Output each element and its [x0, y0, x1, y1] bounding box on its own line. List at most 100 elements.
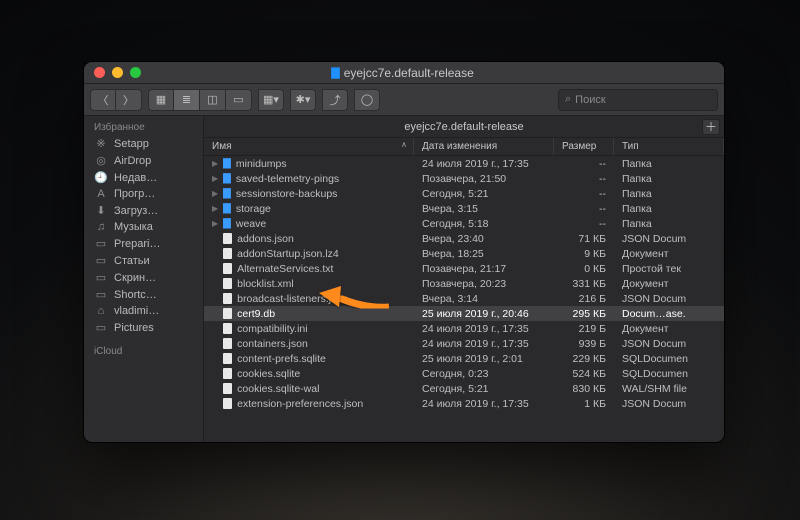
- file-name: blocklist.xml: [237, 278, 294, 290]
- table-row[interactable]: ▶containers.json24 июля 2019 г., 17:3593…: [204, 336, 724, 351]
- sidebar-item[interactable]: AПрогр…: [84, 186, 203, 202]
- folder-icon: ▇: [223, 158, 231, 169]
- sidebar-item-icon: ▭: [94, 288, 108, 301]
- file-type: JSON Docum: [614, 293, 724, 305]
- view-gallery-button[interactable]: ▭: [226, 89, 252, 111]
- sidebar-item[interactable]: ▭Shortc…: [84, 286, 203, 303]
- sidebar-item-icon: ⬇: [94, 204, 108, 217]
- sidebar-item[interactable]: ♫Музыка: [84, 219, 203, 235]
- sidebar-item[interactable]: ⌂ vladimi…: [84, 303, 203, 319]
- sidebar-item[interactable]: ⬇Загруз…: [84, 202, 203, 219]
- file-icon: [223, 278, 232, 289]
- table-row[interactable]: ▶addonStartup.json.lz4Вчера, 18:259 КБДо…: [204, 246, 724, 261]
- back-button[interactable]: 〈: [90, 89, 116, 111]
- table-row[interactable]: ▶AlternateServices.txtПозавчера, 21:170 …: [204, 261, 724, 276]
- file-date: Вчера, 3:15: [414, 203, 554, 215]
- search-icon: ⌕: [565, 93, 571, 106]
- file-size: 229 КБ: [554, 353, 614, 365]
- file-size: --: [554, 218, 614, 230]
- table-row[interactable]: ▶▇sessionstore-backupsСегодня, 5:21--Пап…: [204, 186, 724, 201]
- folder-icon: ▇: [223, 173, 231, 184]
- minimize-window-button[interactable]: [112, 67, 123, 78]
- table-row[interactable]: ▶cert9.db25 июля 2019 г., 20:46295 КБDoc…: [204, 306, 724, 321]
- table-row[interactable]: ▶cookies.sqliteСегодня, 0:23524 КБSQLDoc…: [204, 366, 724, 381]
- sidebar-item-icon: ⌂: [94, 305, 108, 317]
- sidebar-item-icon: ◎: [94, 154, 108, 167]
- table-row[interactable]: ▶compatibility.ini24 июля 2019 г., 17:35…: [204, 321, 724, 336]
- file-size: 295 КБ: [554, 308, 614, 320]
- sidebar-item[interactable]: ▭Prepari…: [84, 235, 203, 252]
- file-name: saved-telemetry-pings: [236, 173, 339, 185]
- disclosure-icon: ▶: [212, 174, 218, 183]
- file-icon: [223, 263, 232, 274]
- file-icon: [223, 383, 232, 394]
- view-columns-button[interactable]: ◫: [200, 89, 226, 111]
- table-row[interactable]: ▶▇storageВчера, 3:15--Папка: [204, 201, 724, 216]
- sidebar-item[interactable]: ▭Статьи: [84, 252, 203, 269]
- file-type: Папка: [614, 158, 724, 170]
- column-name[interactable]: Имя: [204, 138, 414, 155]
- sidebar-item-icon: ♫: [94, 221, 108, 233]
- file-name: minidumps: [236, 158, 287, 170]
- titlebar: ▇ eyejcc7e.default-release: [84, 62, 724, 84]
- table-row[interactable]: ▶▇weaveСегодня, 5:18--Папка: [204, 216, 724, 231]
- toolbar: 〈 〉 ▦ ≣ ◫ ▭ ▦▾ ✱▾ ⤴ ◯ ⌕ Поиск: [84, 84, 724, 116]
- file-size: 71 КБ: [554, 233, 614, 245]
- file-icon: [223, 248, 232, 259]
- view-list-button[interactable]: ≣: [174, 89, 200, 111]
- file-list: ▶▇minidumps24 июля 2019 г., 17:35--Папка…: [204, 156, 724, 442]
- group-button[interactable]: ▦▾: [258, 89, 284, 111]
- file-type: Папка: [614, 203, 724, 215]
- table-row[interactable]: ▶cookies.sqlite-walСегодня, 5:21830 КБWA…: [204, 381, 724, 396]
- table-row[interactable]: ▶addons.jsonВчера, 23:4071 КБJSON Docum: [204, 231, 724, 246]
- share-group: ⤴: [322, 89, 348, 111]
- table-row[interactable]: ▶blocklist.xmlПозавчера, 20:23331 КБДоку…: [204, 276, 724, 291]
- action-menu-group: ✱▾: [290, 89, 316, 111]
- sidebar-item-label: Статьи: [114, 255, 150, 267]
- file-date: Сегодня, 5:18: [414, 218, 554, 230]
- file-date: Вчера, 18:25: [414, 248, 554, 260]
- sidebar-item[interactable]: ▭Pictures: [84, 319, 203, 336]
- folder-icon: ▇: [223, 203, 231, 214]
- add-tab-button[interactable]: ＋: [702, 119, 720, 135]
- column-size[interactable]: Размер: [554, 138, 614, 155]
- table-row[interactable]: ▶extension-preferences.json24 июля 2019 …: [204, 396, 724, 411]
- sidebar-item[interactable]: ◎AirDrop: [84, 152, 203, 169]
- file-icon: [223, 353, 232, 364]
- file-date: Сегодня, 5:21: [414, 188, 554, 200]
- file-type: WAL/SHM file: [614, 383, 724, 395]
- view-icon-button[interactable]: ▦: [148, 89, 174, 111]
- file-type: Папка: [614, 173, 724, 185]
- search-field[interactable]: ⌕ Поиск: [558, 89, 718, 111]
- sidebar-item-icon: A: [94, 188, 108, 200]
- table-row[interactable]: ▶▇saved-telemetry-pingsПозавчера, 21:50-…: [204, 171, 724, 186]
- sidebar-item-label: vladimi…: [114, 305, 159, 317]
- file-type: Документ: [614, 323, 724, 335]
- folder-icon: ▇: [223, 188, 231, 199]
- file-name: compatibility.ini: [237, 323, 307, 335]
- zoom-window-button[interactable]: [130, 67, 141, 78]
- file-date: Позавчера, 21:17: [414, 263, 554, 275]
- file-type: Документ: [614, 248, 724, 260]
- sidebar-item[interactable]: ※Setapp: [84, 135, 203, 152]
- tags-button[interactable]: ◯: [354, 89, 380, 111]
- sidebar-item[interactable]: ▭Скрин…: [84, 269, 203, 286]
- forward-button[interactable]: 〉: [116, 89, 142, 111]
- share-button[interactable]: ⤴: [322, 89, 348, 111]
- file-size: --: [554, 203, 614, 215]
- column-type[interactable]: Тип: [614, 138, 724, 155]
- close-window-button[interactable]: [94, 67, 105, 78]
- window-title-text: eyejcc7e.default-release: [344, 66, 474, 80]
- file-size: 0 КБ: [554, 263, 614, 275]
- file-name: AlternateServices.txt: [237, 263, 333, 275]
- table-row[interactable]: ▶▇minidumps24 июля 2019 г., 17:35--Папка: [204, 156, 724, 171]
- file-date: Вчера, 3:14: [414, 293, 554, 305]
- table-row[interactable]: ▶content-prefs.sqlite25 июля 2019 г., 2:…: [204, 351, 724, 366]
- action-menu-button[interactable]: ✱▾: [290, 89, 316, 111]
- column-date[interactable]: Дата изменения: [414, 138, 554, 155]
- table-row[interactable]: ▶broadcast-listeners.jsonВчера, 3:14216 …: [204, 291, 724, 306]
- sidebar-item-label: Недав…: [114, 172, 157, 184]
- file-name: storage: [236, 203, 271, 215]
- file-size: 216 Б: [554, 293, 614, 305]
- sidebar-item[interactable]: 🕘Недав…: [84, 169, 203, 186]
